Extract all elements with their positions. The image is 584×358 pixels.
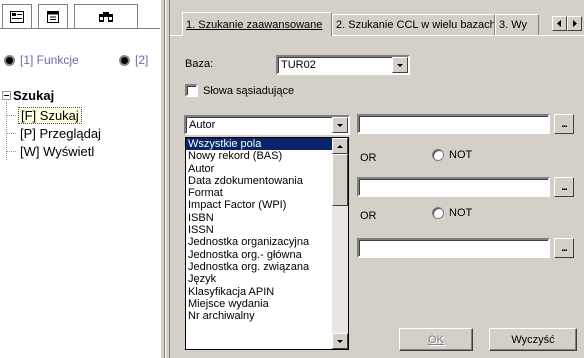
collapse-icon[interactable] — [2, 91, 11, 100]
tab-divider — [0, 28, 160, 29]
tab-ccl-search[interactable]: 2. Szukanie CCL w wielu bazach — [332, 14, 495, 35]
neighbours-checkbox[interactable]: Słowa sąsiadujące — [185, 84, 294, 97]
field-option[interactable]: ISSN — [186, 224, 332, 236]
field-option[interactable]: ISBN — [186, 212, 332, 224]
tree-root-label: Szukaj — [13, 88, 55, 103]
field-option[interactable]: Nowy rekord (BAS) — [186, 150, 332, 162]
tab-label: 3. Wy — [499, 19, 528, 31]
clear-button-label: Wyczyść — [511, 333, 555, 346]
ellipsis-icon: ... — [561, 242, 567, 254]
radio-circle-icon[interactable] — [432, 207, 444, 219]
tab-advanced-search[interactable]: 1. Szukanie zaawansowane — [182, 12, 332, 36]
arrow-up-icon — [337, 144, 343, 148]
pane-splitter[interactable] — [160, 0, 170, 358]
not-option-2[interactable]: NOT — [432, 207, 472, 219]
search-term-input-3[interactable] — [357, 238, 550, 258]
tree-root-search[interactable]: Szukaj — [2, 88, 54, 103]
scroll-thumb[interactable] — [332, 154, 348, 206]
not-option-1-label: NOT — [449, 149, 473, 161]
browse-button-1[interactable]: ... — [554, 114, 574, 134]
binoculars-icon — [99, 11, 113, 22]
radio-2-label: [2] — [135, 53, 149, 67]
list-scrollbar[interactable] — [332, 138, 348, 349]
arrow-left-icon — [557, 20, 561, 27]
or-option-1-label: OR — [360, 152, 377, 164]
scroll-right-button[interactable] — [567, 16, 582, 31]
field-option[interactable]: Klasyfikacja APIN — [186, 286, 332, 298]
browse-button-3[interactable]: ... — [554, 238, 574, 258]
tab-label: 1. Szukanie zaawansowane — [186, 18, 323, 31]
ellipsis-icon: ... — [561, 181, 567, 193]
navigation-pane: [1] Funkcje [2] Szukaj [F] Szukaj [P] Pr… — [0, 0, 160, 358]
tree-item-label: [W] Wyświetl — [20, 143, 95, 159]
tab-label: 2. Szukanie CCL w wielu bazach — [336, 19, 495, 31]
field-option[interactable]: Impact Factor (WPI) — [186, 199, 332, 211]
tab-third[interactable]: 3. Wy — [495, 14, 539, 35]
field-option[interactable]: Jednostka org. związana — [186, 261, 332, 273]
browse-button-2[interactable]: ... — [554, 177, 574, 197]
database-select[interactable]: TUR02 — [276, 55, 410, 75]
tree-view-icon — [10, 10, 24, 23]
ellipsis-icon: ... — [561, 118, 567, 130]
dropdown-arrow-icon[interactable] — [392, 57, 408, 73]
field-option[interactable]: Miejsce wydania — [186, 298, 332, 310]
search-tabs: 1. Szukanie zaawansowane 2. Szukanie CCL… — [170, 12, 584, 36]
checkbox-icon[interactable] — [185, 84, 198, 97]
field-option[interactable]: Nr archiwalny — [186, 310, 332, 322]
tab-document[interactable] — [38, 4, 68, 28]
radio-dot-icon — [119, 54, 130, 66]
tree-item-browse[interactable]: [P] Przeglądaj — [6, 124, 103, 142]
tree-item-display[interactable]: [W] Wyświetl — [6, 142, 96, 160]
not-option-2-label: NOT — [449, 207, 473, 219]
scroll-down-button[interactable] — [332, 333, 348, 349]
radio-functions-label: [1] Funkcje — [20, 53, 79, 67]
field-option[interactable]: Format — [186, 187, 332, 199]
search-panel: 1. Szukanie zaawansowane 2. Szukanie CCL… — [170, 0, 584, 358]
arrow-right-icon — [573, 20, 577, 27]
document-icon — [47, 10, 59, 23]
scroll-left-button[interactable] — [552, 16, 567, 31]
search-term-input-1[interactable] — [357, 114, 550, 134]
neighbours-checkbox-label: Słowa sąsiadujące — [203, 84, 295, 97]
search-term-input-2[interactable] — [357, 177, 550, 197]
tab-search[interactable] — [74, 4, 138, 28]
radio-2[interactable]: [2] — [119, 53, 148, 67]
database-label: Baza: — [185, 58, 214, 70]
field-option[interactable]: Jednostka organizacyjna — [186, 236, 332, 248]
tree-item-label: [F] Szukaj — [18, 106, 82, 124]
tree-item-label: [P] Przeglądaj — [20, 125, 101, 141]
radio-circle-icon[interactable] — [432, 149, 444, 161]
clear-button[interactable]: Wyczyść — [489, 328, 577, 351]
ok-button[interactable]: OK — [399, 328, 473, 351]
dropdown-arrow-icon[interactable] — [332, 117, 348, 133]
database-value: TUR02 — [281, 59, 316, 71]
field-select-value: Autor — [189, 119, 216, 131]
or-option-2-label: OR — [360, 210, 377, 222]
arrow-down-icon — [337, 339, 343, 343]
radio-dot-icon — [4, 54, 15, 66]
ok-button-label: OK — [428, 333, 444, 346]
field-option[interactable]: Jednostka org.- główna — [186, 249, 332, 261]
tab-tree-view[interactable] — [2, 4, 32, 28]
field-option[interactable]: Autor — [186, 163, 332, 175]
radio-functions[interactable]: [1] Funkcje — [4, 53, 79, 67]
tree-item-search[interactable]: [F] Szukaj — [6, 106, 82, 124]
field-select-1[interactable]: Autor — [184, 115, 350, 135]
field-option[interactable]: Wszystkie pola — [186, 138, 332, 151]
field-option[interactable]: Data zdokumentowania — [186, 175, 332, 187]
field-option[interactable]: Język — [186, 273, 332, 285]
not-option-1[interactable]: NOT — [432, 149, 472, 161]
scroll-up-button[interactable] — [332, 138, 348, 154]
field-dropdown-list[interactable]: Wszystkie pola Nowy rekord (BAS) Autor Data… — [185, 137, 349, 350]
tab-scroller — [552, 16, 582, 31]
